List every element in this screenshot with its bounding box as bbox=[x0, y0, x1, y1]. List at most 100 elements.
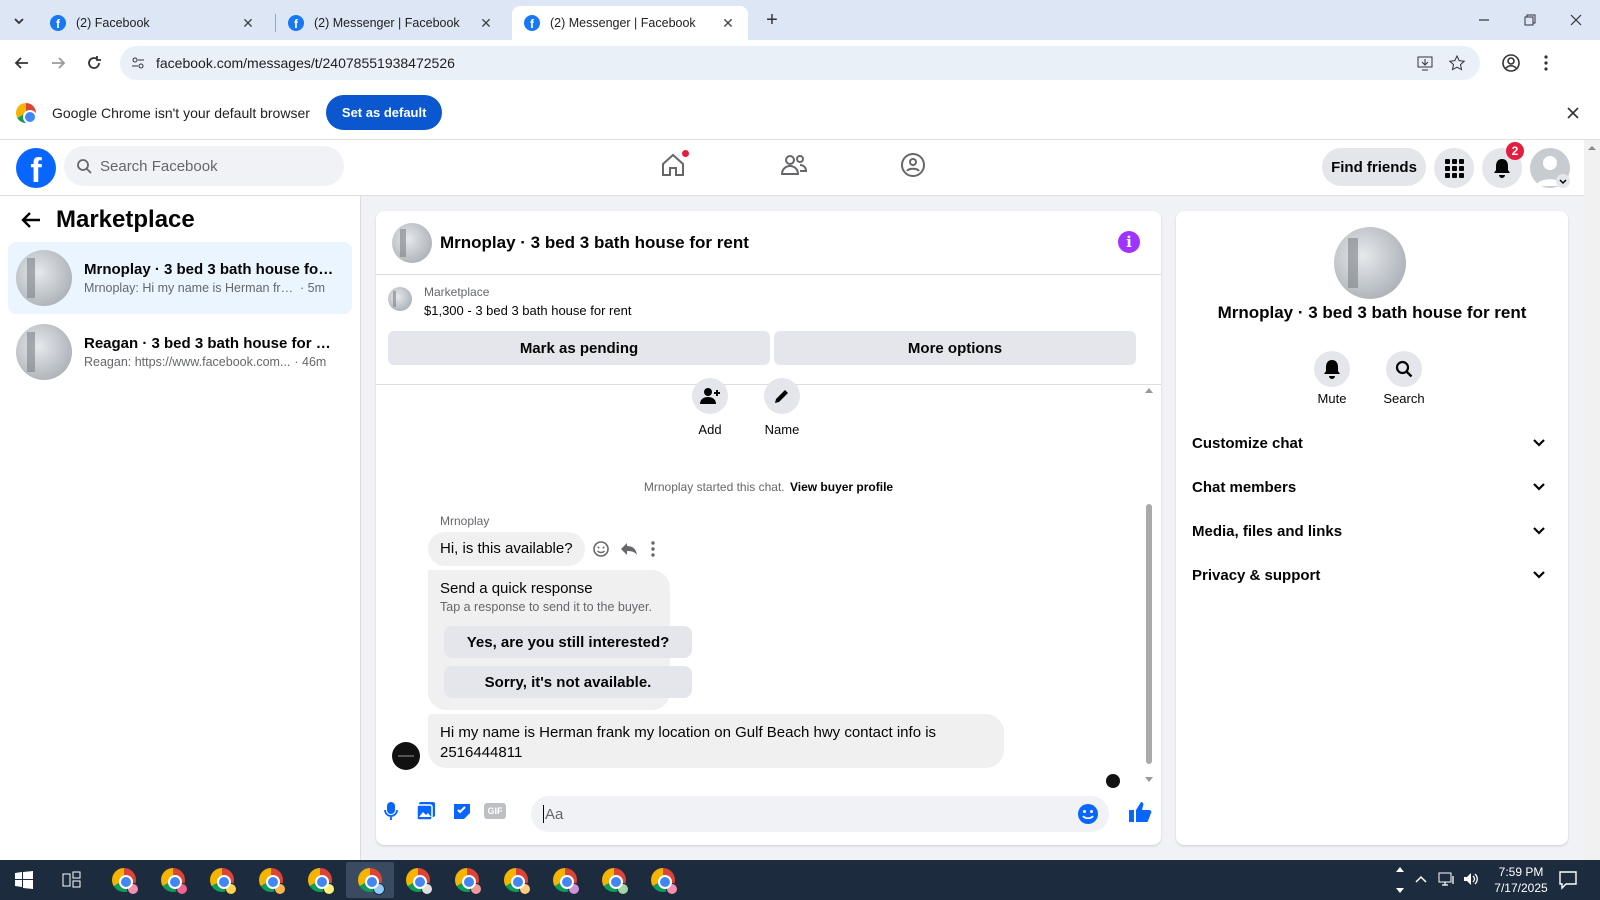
volume-icon[interactable] bbox=[1462, 871, 1480, 887]
gif-icon[interactable]: GIF bbox=[484, 803, 506, 819]
close-infobar-icon[interactable] bbox=[1566, 106, 1580, 120]
address-bar[interactable]: facebook.com/messages/t/2407855193847252… bbox=[120, 46, 1480, 80]
menu-grid-button[interactable] bbox=[1434, 148, 1474, 188]
taskbar-chrome-2[interactable] bbox=[157, 864, 189, 896]
new-tab-button[interactable]: + bbox=[760, 8, 784, 32]
page-scrollbar[interactable] bbox=[1584, 140, 1600, 860]
quick-reply-still-interested[interactable]: Yes, are you still interested? bbox=[444, 626, 692, 658]
conversation-item-mrnoplay[interactable]: Mrnoplay · 3 bed 3 bath house for... Mrn… bbox=[8, 242, 352, 314]
media-files-links-section[interactable]: Media, files and links bbox=[1192, 511, 1552, 551]
search-facebook-input[interactable]: Search Facebook bbox=[64, 146, 344, 186]
thread-scrollbar[interactable] bbox=[1144, 386, 1154, 791]
chat-title[interactable]: Mrnoplay · 3 bed 3 bath house for rent bbox=[440, 233, 749, 253]
taskbar-chrome-10[interactable] bbox=[549, 864, 581, 896]
taskbar-scroll-arrows[interactable] bbox=[1394, 862, 1406, 898]
bookmark-star-icon[interactable] bbox=[1448, 54, 1466, 72]
mark-as-pending-button[interactable]: Mark as pending bbox=[388, 331, 770, 365]
network-icon[interactable] bbox=[1438, 871, 1456, 887]
search-in-chat-button[interactable] bbox=[1386, 351, 1422, 387]
chat-panel: Mrnoplay · 3 bed 3 bath house for rent i… bbox=[376, 211, 1161, 845]
browser-tab-2[interactable]: f (2) Messenger | Facebook ✕ bbox=[276, 6, 506, 40]
add-people-button[interactable] bbox=[692, 378, 728, 414]
conversation-item-reagan[interactable]: Reagan · 3 bed 3 bath house for re... Re… bbox=[8, 316, 352, 388]
taskbar-chrome-5[interactable] bbox=[304, 864, 336, 896]
thumbs-up-icon[interactable] bbox=[1128, 801, 1152, 823]
forward-icon[interactable] bbox=[48, 53, 68, 73]
minimize-window-icon[interactable] bbox=[1476, 12, 1492, 28]
back-arrow-icon[interactable] bbox=[20, 210, 42, 230]
search-icon bbox=[1395, 360, 1413, 378]
restore-window-icon[interactable] bbox=[1522, 12, 1538, 28]
emoji-icon[interactable] bbox=[1077, 803, 1099, 825]
section-label: Customize chat bbox=[1192, 434, 1303, 452]
profile-icon[interactable] bbox=[1500, 52, 1522, 74]
quick-reply-not-available[interactable]: Sorry, it's not available. bbox=[444, 666, 692, 698]
close-tab-icon[interactable]: ✕ bbox=[720, 15, 736, 32]
taskbar-chrome-1[interactable] bbox=[108, 864, 140, 896]
chat-header-avatar[interactable] bbox=[392, 222, 432, 263]
set-as-default-button[interactable]: Set as default bbox=[325, 95, 443, 130]
back-icon[interactable] bbox=[12, 53, 32, 73]
browser-tab-3-active[interactable]: f (2) Messenger | Facebook ✕ bbox=[512, 6, 748, 40]
view-buyer-profile-link[interactable]: View buyer profile bbox=[790, 480, 893, 494]
taskbar-chrome-3[interactable] bbox=[206, 864, 238, 896]
details-avatar[interactable] bbox=[1334, 227, 1406, 299]
taskbar-chrome-6-active[interactable] bbox=[346, 862, 394, 898]
listing-thumbnail[interactable] bbox=[388, 287, 412, 311]
privacy-support-section[interactable]: Privacy & support bbox=[1192, 555, 1552, 595]
bell-icon bbox=[1324, 360, 1340, 379]
site-info-icon[interactable] bbox=[130, 55, 146, 71]
reply-icon[interactable] bbox=[620, 540, 638, 558]
customize-chat-section[interactable]: Customize chat bbox=[1192, 423, 1552, 463]
close-tab-icon[interactable]: ✕ bbox=[478, 15, 494, 32]
react-emoji-icon[interactable] bbox=[592, 540, 610, 558]
chat-members-section[interactable]: Chat members bbox=[1192, 467, 1552, 507]
chevron-down-icon bbox=[1533, 571, 1545, 579]
taskbar-chrome-11[interactable] bbox=[598, 864, 630, 896]
name-chat-button[interactable] bbox=[764, 378, 800, 414]
message-bubble[interactable]: Hi my name is Herman frank my location o… bbox=[428, 714, 1004, 768]
chrome-icon bbox=[112, 868, 139, 895]
browser-tab-1[interactable]: f (2) Facebook ✕ bbox=[38, 6, 268, 40]
sticker-icon[interactable] bbox=[452, 801, 472, 821]
more-options-button[interactable]: More options bbox=[774, 331, 1136, 365]
facebook-logo-icon[interactable]: f bbox=[16, 148, 56, 188]
taskbar-chrome-7[interactable] bbox=[402, 864, 434, 896]
clock[interactable]: 7:59 PM 7/17/2025 bbox=[1486, 864, 1556, 896]
message-input-placeholder: Aa bbox=[545, 805, 564, 823]
message-input[interactable]: Aa bbox=[531, 796, 1109, 832]
taskbar-chrome-12[interactable] bbox=[647, 864, 679, 896]
buyer-avatar[interactable] bbox=[392, 742, 420, 770]
listing-title[interactable]: $1,300 - 3 bed 3 bath house for rent bbox=[424, 303, 631, 318]
action-center-icon[interactable] bbox=[1558, 870, 1578, 890]
voice-clip-icon[interactable] bbox=[384, 801, 398, 821]
attach-photo-icon[interactable] bbox=[416, 801, 436, 821]
show-hidden-icons[interactable] bbox=[1414, 872, 1428, 886]
close-tab-icon[interactable]: ✕ bbox=[240, 15, 256, 32]
browser-menu-icon[interactable] bbox=[1540, 52, 1552, 74]
chrome-icon bbox=[504, 868, 531, 895]
taskbar-chrome-9[interactable] bbox=[500, 864, 532, 896]
facebook-favicon-icon: f bbox=[288, 15, 304, 31]
install-app-icon[interactable] bbox=[1416, 54, 1434, 72]
windows-taskbar: 7:59 PM 7/17/2025 bbox=[0, 860, 1600, 900]
start-button[interactable] bbox=[8, 864, 40, 896]
conversation-info-icon[interactable]: i bbox=[1118, 231, 1140, 253]
notifications-button[interactable]: 2 bbox=[1482, 142, 1524, 188]
task-view-button[interactable] bbox=[56, 864, 88, 896]
mute-button[interactable] bbox=[1314, 351, 1350, 387]
reload-icon[interactable] bbox=[84, 53, 104, 73]
tab-search-button[interactable] bbox=[8, 10, 30, 32]
home-nav-icon[interactable] bbox=[660, 150, 689, 178]
account-chevron-icon[interactable] bbox=[1556, 174, 1570, 188]
close-window-icon[interactable] bbox=[1568, 12, 1584, 28]
more-actions-icon[interactable] bbox=[650, 540, 656, 558]
groups-nav-icon[interactable] bbox=[900, 152, 926, 178]
find-friends-button[interactable]: Find friends bbox=[1322, 148, 1426, 186]
taskbar-chrome-8[interactable] bbox=[451, 864, 483, 896]
chrome-icon bbox=[308, 868, 335, 895]
taskbar-chrome-4[interactable] bbox=[255, 864, 287, 896]
friends-nav-icon[interactable] bbox=[780, 152, 808, 178]
clock-time: 7:59 PM bbox=[1498, 865, 1544, 879]
message-bubble[interactable]: Hi, is this available? bbox=[428, 532, 585, 566]
